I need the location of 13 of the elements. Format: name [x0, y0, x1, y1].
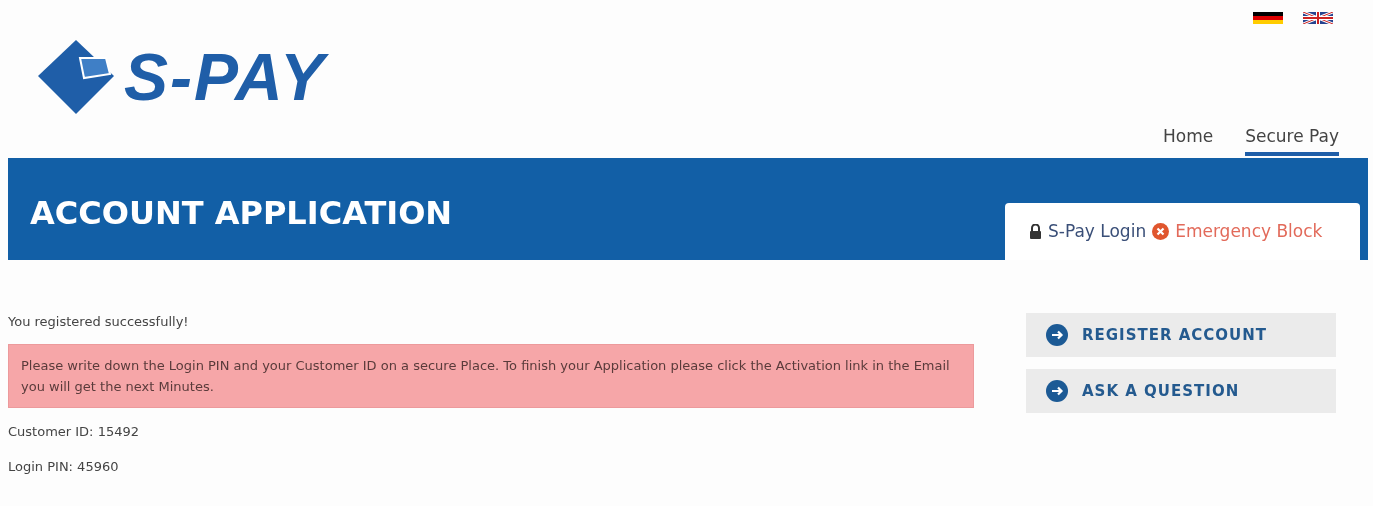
success-message: You registered successfully!: [8, 313, 190, 331]
info-text: Customer ID: 15492: [8, 422, 140, 441]
page-title: ACCOUNT APPLICATION: [29, 193, 453, 234]
nav-link[interactable]: Home: [1162, 124, 1214, 156]
alert-message: Please write down the Login PIN and your Customer ID on a secure Place. To finish your Application please click the Activation link in the Email you will get the next Minutes.: [8, 343, 974, 408]
info-text: Login PIN: 45960: [8, 458, 120, 476]
flag-icon[interactable]: [1303, 12, 1333, 24]
flag-icon[interactable]: [1253, 12, 1283, 24]
side-button[interactable]: REGISTER ACCOUNT: [1026, 313, 1336, 357]
close-icon: [1152, 223, 1170, 240]
side-button[interactable]: ASK A QUESTION: [1026, 369, 1336, 413]
tab-link[interactable]: S-Pay Login: [1048, 218, 1147, 245]
lock-icon: [1029, 224, 1042, 239]
